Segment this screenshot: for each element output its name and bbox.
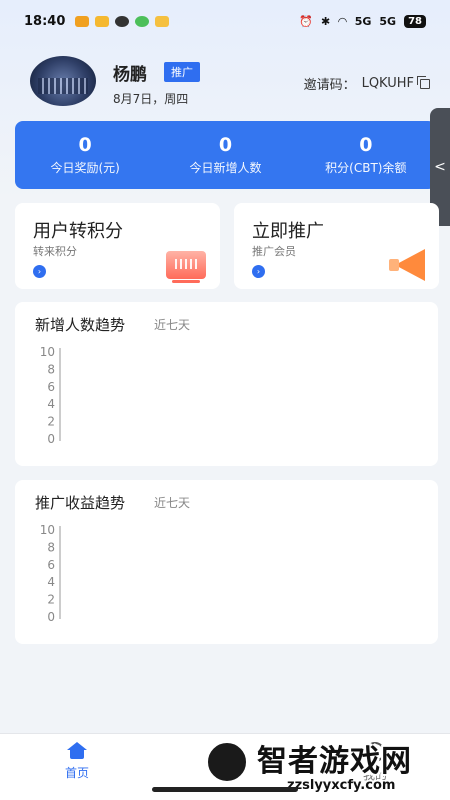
- income-trend-chart: 推广收益趋势 近七天 10 8 6 4 2 0: [15, 480, 438, 644]
- transfer-points-card[interactable]: 用户转积分 转来积分 ›: [15, 203, 220, 289]
- signal-2: 5G: [379, 14, 397, 28]
- notification-icons: [75, 15, 170, 27]
- chart-plot: 10 8 6 4 2 0: [40, 523, 61, 624]
- folder-notification-icon: [95, 15, 110, 27]
- card-title: 立即推广: [252, 221, 324, 242]
- new-users-trend-chart: 新增人数趋势 近七天 10 8 6 4 2 0: [15, 302, 438, 466]
- card-title: 用户转积分: [33, 221, 123, 242]
- promoter-badge: 推广: [164, 62, 200, 82]
- y-tick-label: 0: [47, 432, 55, 446]
- y-tick-label: 6: [47, 558, 55, 572]
- stat-points-balance[interactable]: 0 积分(CBT)余额: [296, 121, 436, 189]
- stat-label: 今日奖励(元): [50, 161, 120, 175]
- wechat-notification-icon: [115, 15, 130, 27]
- battery-icon: 78: [404, 14, 426, 28]
- promote-now-card[interactable]: 立即推广 推广会员 ›: [234, 203, 439, 289]
- card-subtitle: 推广会员: [252, 245, 296, 258]
- alarm-icon: ⏰: [299, 14, 314, 28]
- avatar[interactable]: [30, 56, 96, 106]
- stat-today-new-users[interactable]: 0 今日新增人数: [155, 121, 295, 189]
- invite-code[interactable]: 邀请码： LQKUHF: [304, 74, 430, 93]
- chevron-right-icon[interactable]: ›: [33, 265, 46, 278]
- y-tick-label: 6: [47, 380, 55, 394]
- watermark-url: zzslyyxcfy.com: [287, 778, 396, 793]
- chevron-right-icon[interactable]: ›: [252, 265, 265, 278]
- status-time: 18:40: [24, 13, 66, 29]
- copy-icon[interactable]: [417, 75, 430, 89]
- watermark-emblem-icon: [205, 740, 249, 784]
- stat-value: 0: [359, 134, 373, 156]
- message-notification-icon: [135, 15, 150, 27]
- nav-home-label: 首页: [64, 766, 89, 780]
- status-right: ⏰ ✱ ◠ 5G 5G 78: [299, 14, 426, 28]
- status-bar: 18:40 ⏰ ✱ ◠ 5G 5G 78: [0, 0, 450, 42]
- invite-code-value: LQKUHF: [361, 76, 414, 91]
- chart-plot: 10 8 6 4 2 0: [40, 345, 61, 446]
- stats-card: 0 今日奖励(元) 0 今日新增人数 0 积分(CBT)余额: [15, 121, 436, 189]
- y-tick-label: 4: [47, 575, 55, 589]
- y-tick-label: 2: [47, 415, 55, 429]
- mail-notification-icon: [155, 15, 170, 27]
- y-tick-label: 4: [47, 397, 55, 411]
- invite-label: 邀请码：: [303, 78, 356, 93]
- stat-value: 0: [78, 134, 92, 156]
- signal-1: 5G: [354, 14, 372, 28]
- user-name: 杨鹏: [113, 65, 147, 85]
- y-tick-label: 2: [47, 593, 55, 607]
- app-notification-icon: [75, 15, 90, 27]
- monitor-chart-icon: [166, 251, 206, 283]
- wifi-icon: ◠: [338, 14, 347, 28]
- stat-label: 今日新增人数: [189, 161, 262, 175]
- home-indicator: [152, 787, 298, 792]
- stat-today-reward[interactable]: 0 今日奖励(元): [15, 121, 155, 189]
- y-tick-label: 10: [40, 523, 55, 537]
- chevron-left-icon: <: [434, 159, 446, 175]
- y-tick-label: 10: [40, 345, 55, 359]
- profile-header: 杨鹏 推广 8月7日，周四 邀请码： LQKUHF: [30, 56, 430, 112]
- megaphone-icon: [385, 249, 425, 281]
- y-tick-label: 8: [47, 540, 55, 554]
- card-subtitle: 转来积分: [33, 245, 77, 258]
- stat-value: 0: [218, 134, 233, 156]
- stat-label: 积分(CBT)余额: [325, 161, 407, 175]
- nav-home[interactable]: 首页: [47, 742, 107, 781]
- y-tick-label: 0: [47, 610, 55, 624]
- home-icon: [66, 742, 88, 760]
- bluetooth-icon: ✱: [321, 14, 331, 28]
- date-line: 8月7日，周四: [113, 92, 189, 106]
- watermark-text: 智者游戏网: [257, 744, 412, 779]
- y-tick-label: 8: [47, 362, 55, 376]
